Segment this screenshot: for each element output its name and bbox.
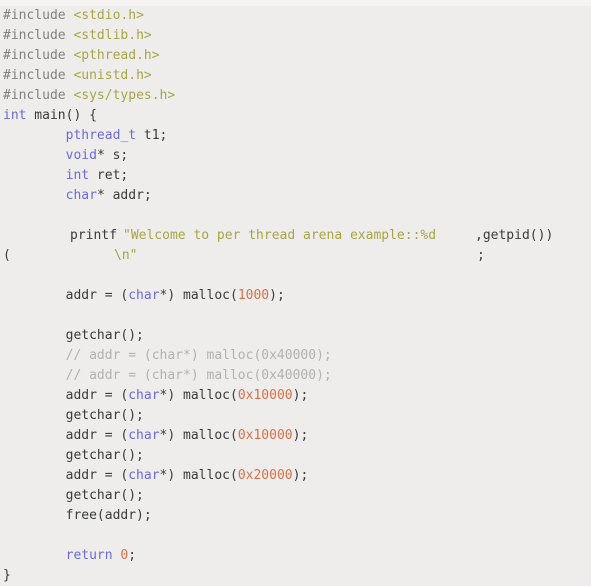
code-token-keyword: int xyxy=(65,168,90,183)
code-token-number: 0x10000 xyxy=(237,428,293,443)
code-token-keyword: char xyxy=(128,388,160,403)
code-line-blank[interactable] xyxy=(0,526,591,546)
code-token-plain: ret; xyxy=(89,168,129,183)
code-token-plain: *) malloc( xyxy=(159,388,238,403)
code-block[interactable]: #include <stdio.h> #include <stdlib.h> #in… xyxy=(0,6,591,586)
code-token-plain: *) malloc( xyxy=(159,288,238,303)
code-token-plain: t1; xyxy=(136,128,168,143)
code-token-plain: * s; xyxy=(96,148,129,163)
code-line[interactable]: void* s; xyxy=(0,146,591,166)
code-line[interactable]: free(addr); xyxy=(0,506,591,526)
code-line-blank[interactable] xyxy=(0,266,591,286)
printf-run: ,getpid()) xyxy=(475,228,554,243)
code-viewer[interactable]: #include <stdio.h> #include <stdlib.h> #in… xyxy=(0,0,591,583)
printf-run: \n" xyxy=(114,248,138,263)
code-token-preproc: #include xyxy=(3,48,74,63)
code-token-plain: getchar(); xyxy=(3,488,144,503)
code-line[interactable]: pthread_t t1; xyxy=(0,126,591,146)
code-line[interactable]: getchar(); xyxy=(0,406,591,426)
code-token-keyword: char xyxy=(128,428,160,443)
code-token-plain: ); xyxy=(292,428,309,443)
code-token-number: 0x10000 xyxy=(237,388,293,403)
code-line[interactable]: #include <unistd.h> xyxy=(0,66,591,86)
code-token-plain: getchar(); xyxy=(3,328,144,343)
code-token-number: 0x20000 xyxy=(237,468,293,483)
code-token-comment: // addr = (char*) malloc(0x40000); xyxy=(3,368,332,383)
code-line[interactable]: getchar(); xyxy=(0,446,591,466)
code-line[interactable]: return 0; xyxy=(0,546,591,566)
code-token-keyword: void xyxy=(65,148,97,163)
code-token-keyword: char xyxy=(128,468,160,483)
code-line[interactable]: addr = (char*) malloc(0x20000); xyxy=(0,466,591,486)
code-token-plain: free(addr); xyxy=(3,508,152,523)
code-line[interactable]: getchar(); xyxy=(0,486,591,506)
code-token-plain: addr = ( xyxy=(3,288,129,303)
code-token-include: <unistd.h> xyxy=(73,68,152,83)
code-token-plain: ; xyxy=(128,548,137,563)
code-line[interactable]: // addr = (char*) malloc(0x40000); xyxy=(0,346,591,366)
code-token-plain: addr = ( xyxy=(3,468,129,483)
code-token-keyword: char xyxy=(65,188,97,203)
code-line[interactable]: addr = (char*) malloc(1000); xyxy=(0,286,591,306)
code-token-plain: ); xyxy=(292,468,309,483)
code-token-plain: * addr; xyxy=(96,188,152,203)
code-token-plain: addr = ( xyxy=(3,388,129,403)
code-token-plain: getchar(); xyxy=(3,448,144,463)
code-line[interactable]: // addr = (char*) malloc(0x40000); xyxy=(0,366,591,386)
printf-run: ; xyxy=(477,248,485,263)
printf-run: printf xyxy=(70,228,117,243)
code-token-plain: *) malloc( xyxy=(159,428,238,443)
code-line[interactable]: int ret; xyxy=(0,166,591,186)
code-line[interactable]: #include <stdlib.h> xyxy=(0,26,591,46)
printf-run: ( xyxy=(3,248,11,263)
code-line[interactable]: getchar(); xyxy=(0,326,591,346)
code-token-comment: // addr = (char*) malloc(0x40000); xyxy=(3,348,332,363)
printf-run: "Welcome to per thread arena example::%d xyxy=(123,228,437,243)
code-token-number: 1000 xyxy=(237,288,270,303)
code-line[interactable]: addr = (char*) malloc(0x10000); xyxy=(0,426,591,446)
code-token-plain: main() { xyxy=(26,108,97,123)
code-token-plain: addr = ( xyxy=(3,428,129,443)
code-token-preproc: #include xyxy=(3,8,74,23)
code-token-include: <pthread.h> xyxy=(73,48,160,63)
code-token-plain: ); xyxy=(269,288,285,303)
code-line[interactable]: } xyxy=(0,566,591,586)
code-token-plain: getchar(); xyxy=(3,408,144,423)
code-token-include: <stdlib.h> xyxy=(73,28,152,43)
code-token-plain: *) malloc( xyxy=(159,468,238,483)
code-token-include: <sys/types.h> xyxy=(73,88,176,103)
printf-wrapped-row[interactable]: ( \n"; xyxy=(0,246,591,266)
code-token-include: <stdio.h> xyxy=(73,8,144,23)
code-line[interactable]: int main() { xyxy=(0,106,591,126)
code-line[interactable]: addr = (char*) malloc(0x10000); xyxy=(0,386,591,406)
code-token-preproc: #include xyxy=(3,28,74,43)
code-line-blank[interactable] xyxy=(0,306,591,326)
code-line[interactable]: #include <stdio.h> xyxy=(0,6,591,26)
code-token-keyword: return xyxy=(65,548,113,563)
code-line[interactable]: #include <pthread.h> xyxy=(0,46,591,66)
code-token-keyword: int xyxy=(3,108,27,123)
code-line-blank[interactable] xyxy=(0,206,591,226)
code-line[interactable]: #include <sys/types.h> xyxy=(0,86,591,106)
code-token-keyword: pthread_t xyxy=(65,128,137,143)
code-token-preproc: #include xyxy=(3,88,74,103)
code-token-preproc: #include xyxy=(3,68,74,83)
code-line[interactable]: char* addr; xyxy=(0,186,591,206)
code-token-plain: ); xyxy=(292,388,309,403)
printf-wrapped-row[interactable]: printf "Welcome to per thread arena examp… xyxy=(0,226,591,246)
code-token-keyword: char xyxy=(128,288,160,303)
code-token-plain: } xyxy=(3,568,11,583)
